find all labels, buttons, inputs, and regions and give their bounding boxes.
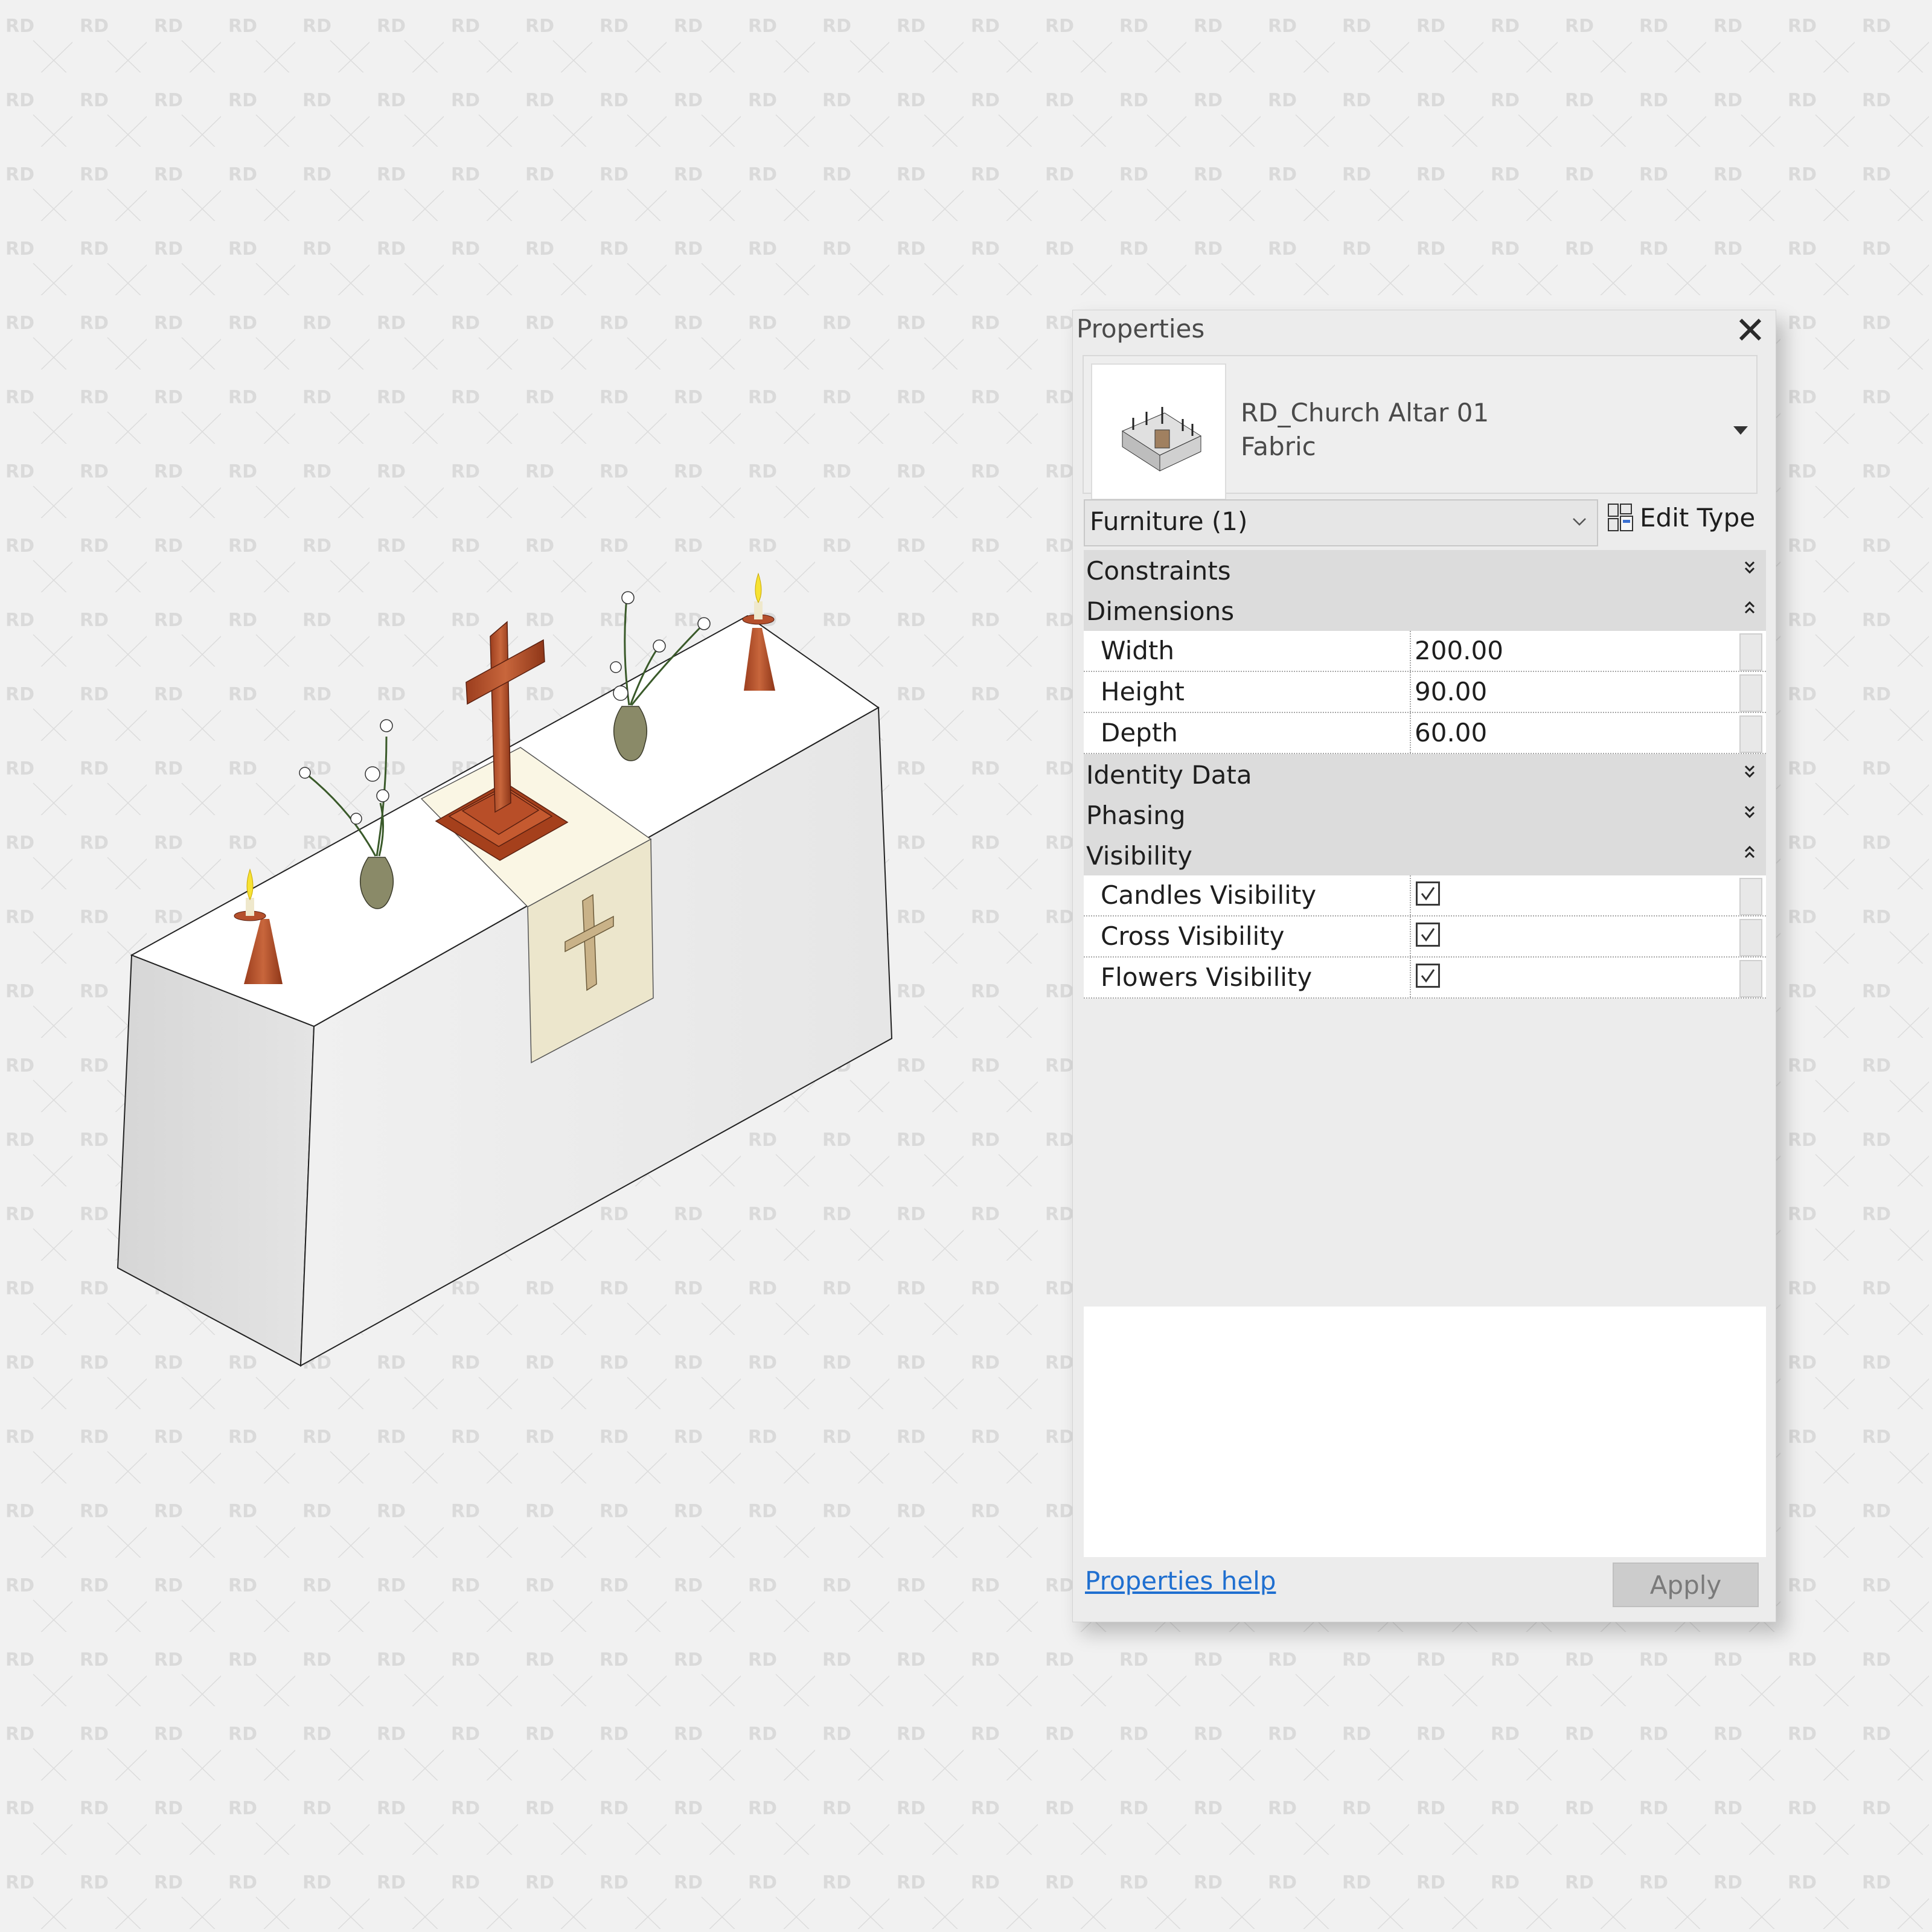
chevron-down-icon [1573,518,1586,526]
category-filter-value: Furniture (1) [1090,507,1248,536]
property-row-width: Width 200.00 [1084,631,1766,672]
apply-button[interactable]: Apply [1613,1563,1759,1607]
property-row-cross-visibility: Cross Visibility [1084,916,1766,958]
properties-panel: Properties RD_Church Altar 01 Fabric Fur… [1072,310,1776,1622]
property-value-field [1410,916,1738,956]
group-constraints[interactable]: Constraints [1084,550,1766,590]
family-thumbnail [1091,363,1226,500]
group-label: Phasing [1086,801,1186,830]
property-value-field[interactable]: 60.00 [1410,713,1738,753]
property-value-field [1410,958,1738,997]
type-value: Fabric [1241,432,1316,461]
dropdown-triangle-icon[interactable] [1731,423,1750,437]
property-value-field[interactable]: 200.00 [1410,631,1738,671]
property-value[interactable]: 90.00 [1415,677,1487,706]
property-name: Width [1101,636,1175,665]
family-name: RD_Church Altar 01 [1241,398,1489,427]
associate-parameter-button[interactable] [1739,960,1762,997]
group-dimensions[interactable]: Dimensions [1084,590,1766,631]
property-value-field[interactable]: 90.00 [1410,672,1738,712]
collapse-icon[interactable] [1743,843,1756,862]
expand-icon[interactable] [1743,558,1756,577]
associate-parameter-button[interactable] [1739,715,1762,753]
category-filter-dropdown[interactable]: Furniture (1) [1084,499,1598,546]
checkmark-icon [1421,969,1435,983]
associate-parameter-button[interactable] [1739,633,1762,671]
flowers-visibility-checkbox[interactable] [1416,964,1440,988]
panel-title: Properties [1076,314,1205,344]
type-selector[interactable]: RD_Church Altar 01 Fabric [1083,355,1758,500]
property-row-flowers-visibility: Flowers Visibility [1084,958,1766,999]
cross-visibility-checkbox[interactable] [1416,923,1440,947]
group-visibility[interactable]: Visibility [1084,835,1766,875]
properties-help-link[interactable]: Properties help [1085,1566,1276,1596]
group-phasing[interactable]: Phasing [1084,795,1766,835]
type-name: RD_Church Altar 01 Fabric [1241,396,1489,464]
property-name: Candles Visibility [1101,880,1317,910]
property-name: Depth [1101,718,1178,747]
group-label: Constraints [1086,556,1231,586]
checkmark-icon [1421,887,1435,901]
property-row-height: Height 90.00 [1084,672,1766,713]
property-value[interactable]: 60.00 [1415,718,1487,747]
expand-icon[interactable] [1743,803,1756,821]
property-value-field [1410,875,1738,915]
associate-parameter-button[interactable] [1739,674,1762,712]
property-name: Height [1101,677,1185,706]
associate-parameter-button[interactable] [1739,878,1762,915]
properties-grid: Constraints Dimensions Width 200.00 Heig… [1084,550,1766,999]
edit-type-label: Edit Type [1640,502,1756,533]
property-name: Flowers Visibility [1101,962,1313,992]
grid-empty-area [1084,1307,1766,1557]
group-identity-data[interactable]: Identity Data [1084,754,1766,795]
group-label: Visibility [1086,841,1193,871]
edit-type-icon [1608,504,1633,531]
altar-3d-view[interactable] [0,0,1026,1449]
property-row-depth: Depth 60.00 [1084,713,1766,754]
close-icon[interactable] [1736,315,1765,344]
collapse-icon[interactable] [1743,599,1756,617]
property-name: Cross Visibility [1101,921,1285,951]
group-label: Identity Data [1086,760,1252,790]
edit-type-button[interactable]: Edit Type [1607,499,1755,536]
checkmark-icon [1421,928,1435,942]
property-value[interactable]: 200.00 [1415,636,1503,665]
group-label: Dimensions [1086,597,1235,626]
altar-thumbnail-icon [1121,407,1202,472]
candles-visibility-checkbox[interactable] [1416,881,1440,906]
expand-icon[interactable] [1743,763,1756,781]
property-row-candles-visibility: Candles Visibility [1084,875,1766,916]
associate-parameter-button[interactable] [1739,919,1762,956]
